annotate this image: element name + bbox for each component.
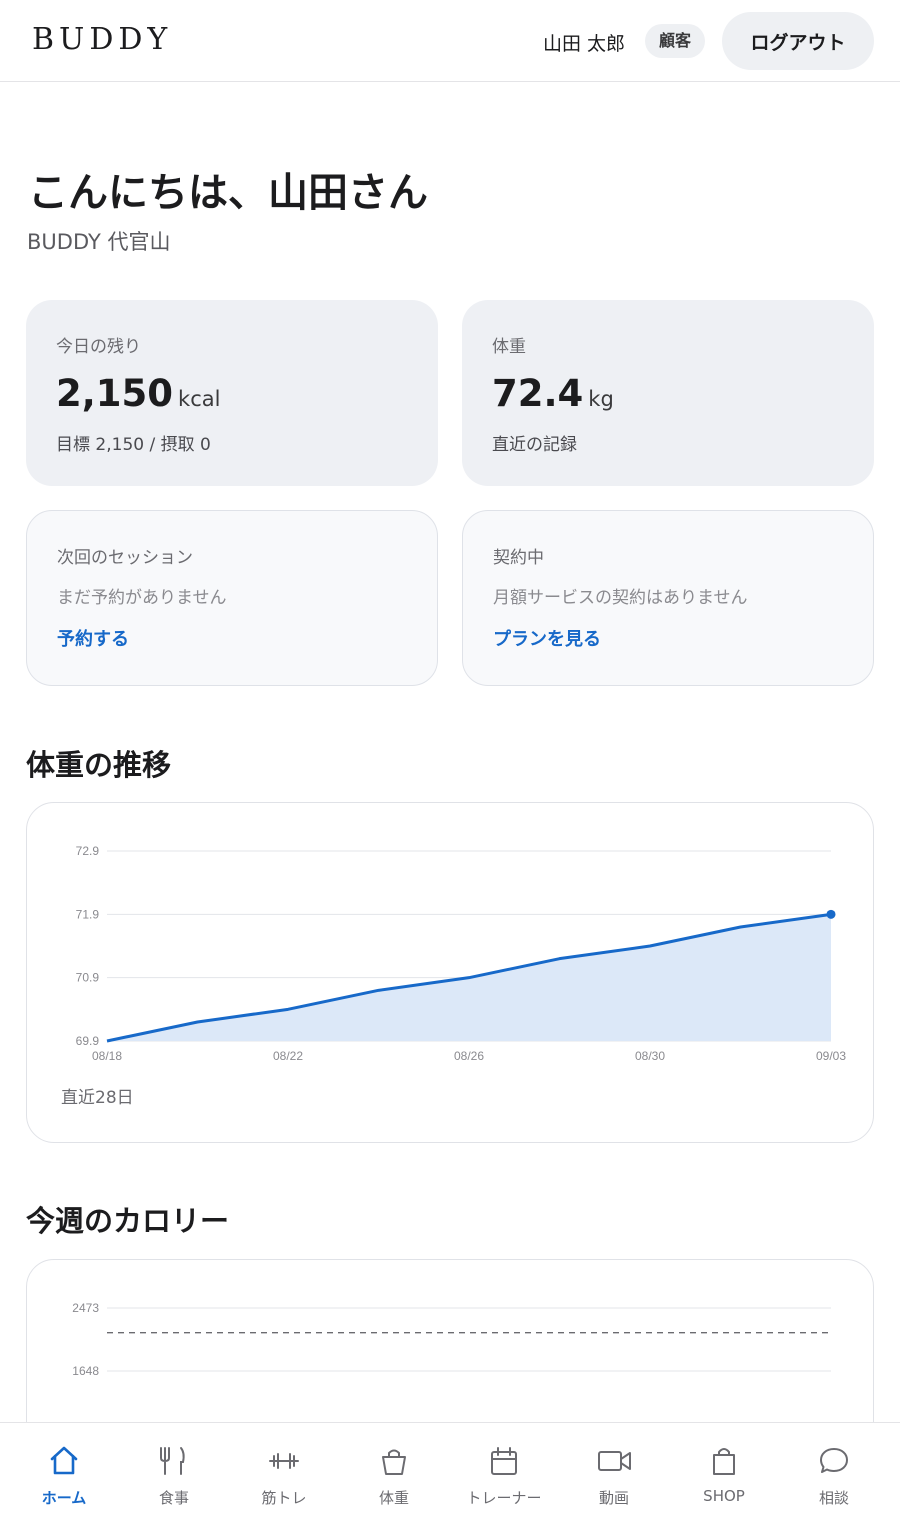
app-logo[interactable]: BUDDY [32, 22, 172, 57]
bottom-tab-bar: ホーム 食事 筋トレ 体重 トレーナー 動画 SHOP 相談 [0, 1422, 900, 1527]
y-tick-label: 1648 [72, 1364, 99, 1378]
next-session-card: 次回のセッション まだ予約がありません 予約する [26, 510, 438, 686]
calories-remaining-card[interactable]: 今日の残り 2,150 kcal 目標 2,150 / 摂取 0 [26, 300, 438, 486]
scale-icon [382, 1449, 406, 1475]
home-icon [50, 1446, 78, 1475]
tab-label: ホーム [41, 1489, 87, 1507]
weight-latest-point [826, 909, 836, 919]
tab-shop[interactable]: SHOP [669, 1423, 779, 1527]
utensils-icon [160, 1447, 185, 1475]
calendar-icon [491, 1447, 517, 1475]
calories-unit: kcal [178, 387, 221, 411]
weight-card-label: 体重 [492, 337, 526, 357]
weight-chart-period: 直近28日 [61, 1088, 134, 1108]
tab-label: 筋トレ [261, 1489, 307, 1507]
tab-videos[interactable]: 動画 [559, 1423, 669, 1527]
x-tick-label: 09/03 [816, 1049, 846, 1063]
tab-workout[interactable]: 筋トレ [229, 1423, 339, 1527]
app-header: BUDDY 山田 太郎 顧客 ログアウト [0, 0, 900, 82]
video-icon [598, 1451, 631, 1471]
tab-consult[interactable]: 相談 [779, 1423, 889, 1527]
y-tick-label: 71.9 [76, 907, 100, 921]
calories-goal-intake: 目標 2,150 / 摂取 0 [56, 435, 211, 455]
store-name: BUDDY 代官山 [27, 230, 171, 254]
calories-number: 2,150 [56, 372, 174, 415]
tab-label: トレーナー [466, 1489, 542, 1507]
book-session-link[interactable]: 予約する [57, 625, 129, 651]
role-badge: 顧客 [645, 24, 706, 58]
calories-card-label: 今日の残り [56, 337, 141, 357]
tab-label: 体重 [378, 1489, 409, 1507]
weekly-calorie-title: 今週のカロリー [26, 1204, 230, 1238]
x-tick-label: 08/18 [92, 1049, 122, 1063]
weight-chart-card: 72.9 71.9 70.9 69.9 08/18 08/22 08/26 08/30 09/0… [26, 802, 874, 1143]
weight-card-sub: 直近の記録 [492, 435, 577, 455]
weight-trend-title: 体重の推移 [26, 748, 172, 782]
tab-label: 相談 [818, 1489, 849, 1507]
view-plans-link[interactable]: プランを見る [493, 625, 601, 651]
tab-label: 食事 [158, 1489, 189, 1507]
session-empty-text: まだ予約がありません [57, 588, 227, 608]
contract-card: 契約中 月額サービスの契約はありません プランを見る [462, 510, 874, 686]
contract-card-label: 契約中 [493, 548, 544, 568]
weight-card[interactable]: 体重 72.4 kg 直近の記録 [462, 300, 874, 486]
y-tick-label: 70.9 [76, 971, 100, 985]
chat-bubble-icon [820, 1448, 848, 1473]
tab-trainer[interactable]: トレーナー [449, 1423, 559, 1527]
weight-value: 72.4 kg [492, 372, 614, 415]
x-tick-label: 08/22 [273, 1049, 303, 1063]
weight-unit: kg [588, 387, 614, 411]
y-tick-label: 72.9 [76, 844, 100, 858]
weight-number: 72.4 [492, 372, 584, 415]
tab-weight[interactable]: 体重 [339, 1423, 449, 1527]
shopping-bag-icon [713, 1448, 735, 1475]
logout-button[interactable]: ログアウト [722, 12, 874, 70]
tab-label: SHOP [703, 1487, 745, 1505]
tab-label: 動画 [598, 1489, 629, 1507]
dumbbell-icon [269, 1453, 299, 1469]
greeting-heading: こんにちは、山田さん [28, 170, 428, 216]
calories-value: 2,150 kcal [56, 372, 220, 415]
weight-chart: 72.9 71.9 70.9 69.908/18 08/22 08/26 08/30 09/0… [76, 844, 847, 1063]
user-name: 山田 太郎 [543, 33, 626, 55]
x-tick-label: 08/26 [454, 1049, 484, 1063]
y-tick-label: 69.9 [76, 1034, 100, 1048]
contract-empty-text: 月額サービスの契約はありません [493, 588, 748, 608]
x-tick-label: 08/30 [635, 1049, 665, 1063]
y-tick-label: 2473 [72, 1301, 99, 1315]
tab-home[interactable]: ホーム [9, 1423, 119, 1527]
tab-meals[interactable]: 食事 [119, 1423, 229, 1527]
session-card-label: 次回のセッション [57, 548, 193, 568]
